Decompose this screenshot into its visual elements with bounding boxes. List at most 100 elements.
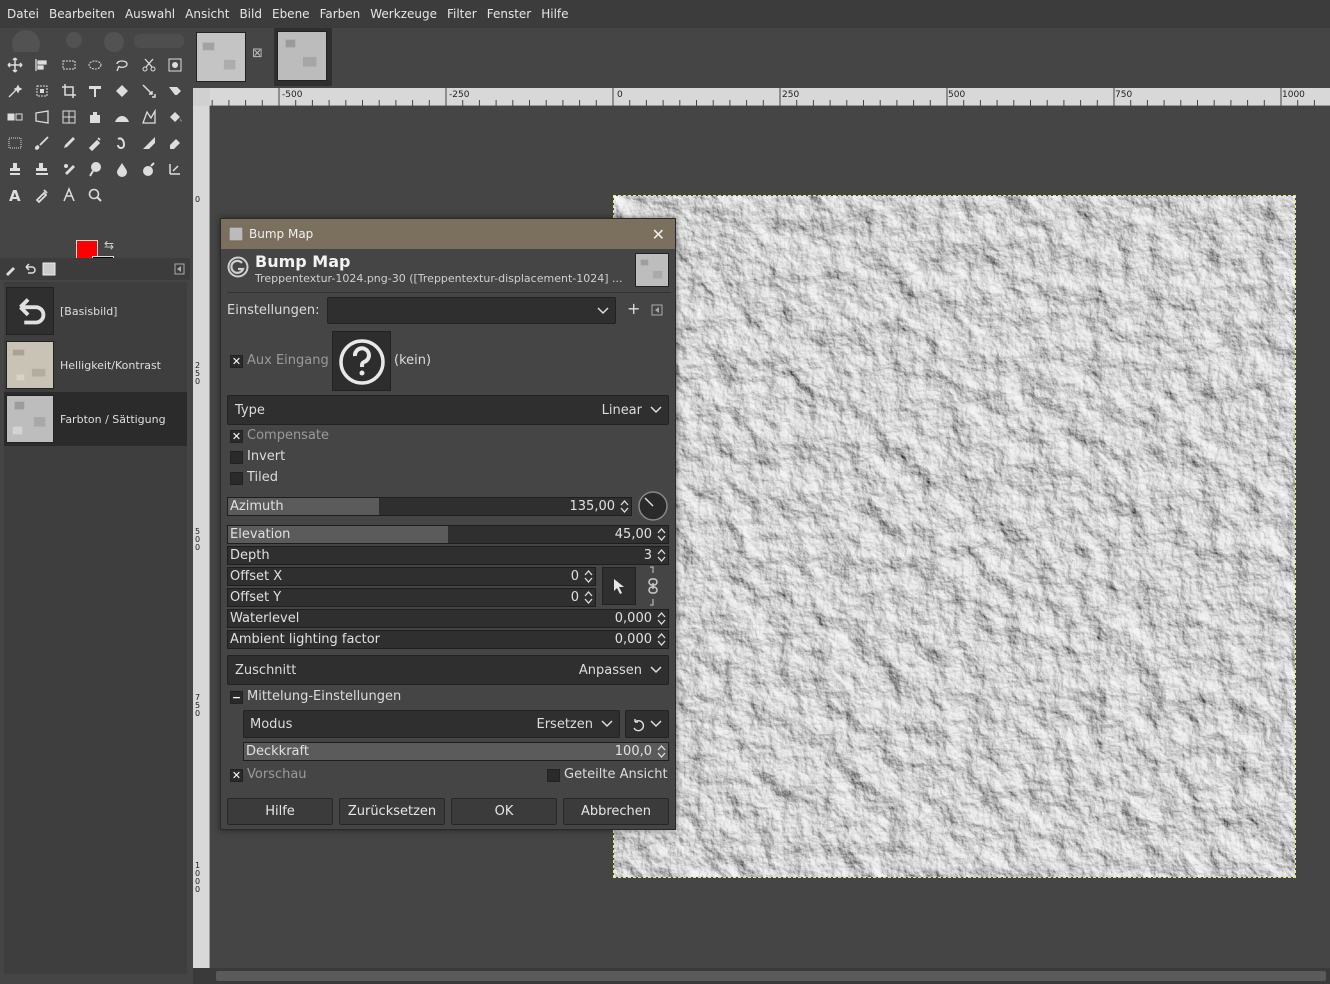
preview-checkbox[interactable]: ✕ [230,769,243,782]
blur-icon[interactable] [109,156,136,182]
paintbrush-icon[interactable] [29,130,56,156]
airbrush-icon[interactable] [82,130,109,156]
undo-history-tab-icon[interactable] [22,261,38,277]
menu-werkzeuge[interactable]: Werkzeuge [365,7,442,21]
warp-text-icon[interactable] [55,182,82,208]
navigate-icon[interactable] [193,968,210,984]
select-by-color-icon[interactable] [29,78,56,104]
menu-filter[interactable]: Filter [442,7,482,21]
offset-y-spinscale[interactable]: Offset Y 0 [227,588,596,607]
close-icon[interactable]: ✕ [652,225,665,244]
fuzzy-select-icon[interactable] [2,78,29,104]
clone-icon[interactable] [2,156,29,182]
dialog-titlebar[interactable]: Bump Map [221,219,675,249]
type-combo[interactable]: Type Linear [227,395,669,425]
active-image-tab[interactable] [274,28,332,86]
close-tab-icon[interactable]: ⊠ [252,46,263,61]
align-tool-icon[interactable] [29,52,56,78]
swap-colors-icon[interactable]: ⇆ [104,238,114,252]
menu-ansicht[interactable]: Ansicht [180,7,234,21]
offset-x-spinscale[interactable]: Offset X 0 [227,567,596,586]
move-tool-icon[interactable] [2,52,29,78]
aux-input-checkbox[interactable]: ✕ [230,355,243,368]
reset-button[interactable]: Zurücksetzen [339,798,445,825]
spin-arrows-icon[interactable] [584,590,593,605]
measure-icon[interactable] [162,156,189,182]
scissors-icon[interactable] [135,52,162,78]
spin-arrows-icon[interactable] [620,499,629,514]
cancel-button[interactable]: Abbrechen [563,798,669,825]
image-canvas[interactable] [613,195,1296,878]
heal-icon[interactable] [55,156,82,182]
spin-arrows-icon[interactable] [584,569,593,584]
compensate-checkbox[interactable]: ✕ [230,430,243,443]
pick-coordinates-button[interactable] [602,567,636,605]
image-tab-thumbnail[interactable] [196,32,246,82]
perspective-clone-icon[interactable] [29,156,56,182]
smudge-icon[interactable] [82,156,109,182]
menu-bild[interactable]: Bild [234,7,267,21]
bucket-fill-icon[interactable] [162,104,189,130]
history-item[interactable]: [Basisbild] [4,284,187,338]
perspective-icon[interactable] [29,104,56,130]
split-view-checkbox[interactable] [547,769,560,782]
azimuth-dial-icon[interactable] [637,490,669,522]
gradient-warp-icon[interactable] [109,104,136,130]
images-tab-icon[interactable] [41,261,57,277]
opacity-spinscale[interactable]: Deckkraft 100,0 [243,742,669,761]
mode-combo[interactable]: Modus Ersetzen [243,710,620,738]
ambient-spinscale[interactable]: Ambient lighting factor 0,000 [227,630,669,649]
3d-transform-icon[interactable] [55,104,82,130]
lasso-icon[interactable] [109,52,136,78]
help-button[interactable]: Hilfe [227,798,333,825]
azimuth-spinscale[interactable]: Azimuth 135,00 [227,497,632,516]
tool-options-tab-icon[interactable] [3,261,19,277]
history-item-active[interactable]: Farbton / Sättigung [4,392,187,446]
menu-auswahl[interactable]: Auswahl [120,7,180,21]
add-preset-icon[interactable]: + [627,299,640,318]
clipping-combo[interactable]: Zuschnitt Anpassen [227,655,669,685]
presets-combo[interactable] [327,297,616,324]
chain-link-icon[interactable] [646,565,660,607]
horizontal-scrollbar[interactable] [210,968,1330,984]
elevation-spinscale[interactable]: Elevation 45,00 [227,525,669,544]
collapse-blending-icon[interactable]: − [230,691,243,704]
path-tool-icon[interactable] [135,104,162,130]
warp-transform-icon[interactable] [109,78,136,104]
gradient-icon[interactable] [2,130,29,156]
menu-datei[interactable]: Datei [2,7,44,21]
foreground-select-icon[interactable] [162,52,189,78]
scale-icon[interactable] [135,78,162,104]
pencil-icon[interactable] [55,130,82,156]
menu-farben[interactable]: Farben [315,7,366,21]
cage-transform-icon[interactable] [2,104,29,130]
spin-arrows-icon[interactable] [657,548,666,563]
tiled-checkbox[interactable] [230,472,243,485]
ruler-corner-icon[interactable] [193,88,210,106]
menu-hilfe[interactable]: Hilfe [536,7,573,21]
flip-icon[interactable] [162,78,189,104]
scrollbar-thumb[interactable] [216,971,1326,981]
dodge-burn-icon[interactable] [135,156,162,182]
menu-ebene[interactable]: Ebene [267,7,315,21]
menu-bearbeiten[interactable]: Bearbeiten [44,7,120,21]
mypaint-brush-icon[interactable] [135,130,162,156]
spin-arrows-icon[interactable] [657,632,666,647]
preset-menu-icon[interactable] [651,304,663,316]
aux-input-button[interactable] [332,331,391,391]
unified-transform-icon[interactable] [82,78,109,104]
text-tool-icon[interactable]: A [2,182,29,208]
depth-spinscale[interactable]: Depth 3 [227,546,669,565]
ellipse-select-icon[interactable] [82,52,109,78]
spin-arrows-icon[interactable] [657,527,666,542]
rect-select-icon[interactable] [55,52,82,78]
invert-checkbox[interactable] [230,451,243,464]
ok-button[interactable]: OK [451,798,557,825]
menu-fenster[interactable]: Fenster [482,7,537,21]
waterlevel-spinscale[interactable]: Waterlevel 0,000 [227,609,669,628]
spin-arrows-icon[interactable] [657,744,666,759]
ink-icon[interactable] [109,130,136,156]
history-item[interactable]: Helligkeit/Kontrast [4,338,187,392]
crop-icon[interactable] [55,78,82,104]
zoom-icon[interactable] [82,182,109,208]
